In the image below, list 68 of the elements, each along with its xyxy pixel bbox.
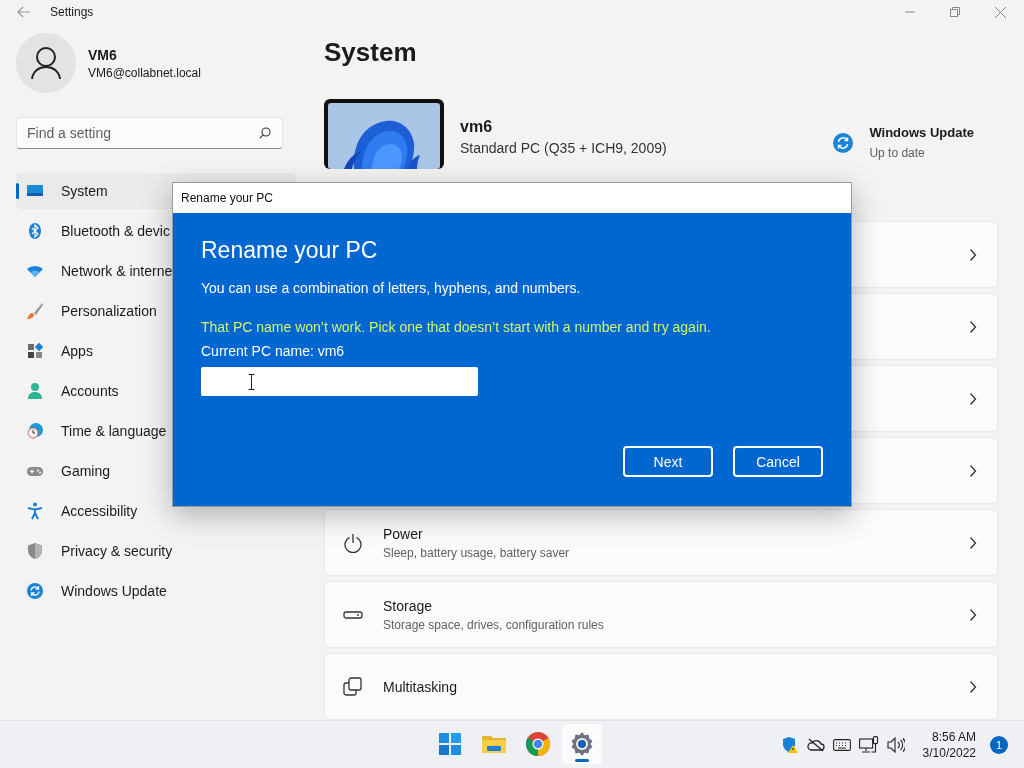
clock[interactable]: 8:56 AM 3/10/2022: [922, 728, 976, 761]
chevron-right-icon: [969, 247, 977, 262]
shield-warning-icon[interactable]: [780, 735, 799, 754]
sidebar-item[interactable]: Gaming: [16, 453, 296, 489]
sidebar-item[interactable]: Privacy & security: [16, 533, 296, 569]
update-title[interactable]: Windows Update: [869, 125, 974, 140]
browser-icon: [525, 731, 551, 757]
error-message: That PC name won’t work. Pick one that doesn’t start with a number and try again.: [201, 319, 712, 335]
text-cursor-icon: [248, 374, 255, 390]
notification-badge[interactable]: 1: [990, 735, 1008, 754]
window-title: Settings: [50, 5, 94, 19]
dialog-title: Rename your PC: [173, 183, 851, 213]
restore-icon[interactable]: [950, 7, 960, 17]
device-model: Standard PC (Q35 + ICH9, 2009): [460, 140, 667, 156]
apps-icon: [26, 342, 44, 360]
cloud-off-icon[interactable]: [806, 737, 825, 752]
user-name: VM6: [88, 46, 118, 63]
volume-icon[interactable]: [886, 736, 905, 753]
sync-icon: [833, 132, 854, 153]
active-indicator: [575, 759, 589, 762]
user-email: VM6@collabnet.local: [88, 65, 201, 80]
search-icon: [259, 127, 271, 139]
card-title: Multitasking: [383, 678, 458, 695]
dialog-heading: Rename your PC: [201, 236, 379, 265]
dialog-description: You can use a combination of letters, hyphens, and numbers.: [201, 280, 582, 296]
search-field[interactable]: Find a setting: [16, 117, 283, 149]
page-title: System: [324, 36, 418, 68]
chevron-right-icon: [969, 535, 977, 550]
power-icon: [343, 532, 363, 553]
dialog-button[interactable]: Next: [623, 446, 713, 477]
sidebar-item[interactable]: Time & language: [16, 413, 296, 449]
chevron-right-icon: [969, 607, 977, 622]
card-title: Power: [383, 525, 424, 542]
dialog-button[interactable]: Cancel: [733, 446, 823, 477]
chevron-right-icon: [969, 463, 977, 478]
bluetooth-icon: [26, 222, 44, 240]
clock-globe-icon: [26, 422, 44, 440]
settings-card[interactable]: Power Sleep, battery usage, battery saver: [324, 509, 998, 576]
chevron-right-icon: [969, 391, 977, 406]
accessibility-icon: [26, 502, 44, 520]
taskbar-app-button[interactable]: [562, 724, 602, 764]
card-subtitle: Storage space, drives, configuration rules: [383, 617, 605, 632]
windows-stack-icon: [343, 676, 363, 697]
settings-card[interactable]: Multitasking: [324, 653, 998, 720]
keyboard-icon[interactable]: [832, 738, 851, 751]
chevron-right-icon: [969, 319, 977, 334]
current-name-label: Current PC name: vm6: [201, 343, 346, 359]
start-icon: [437, 731, 463, 757]
card-title: Storage: [383, 597, 434, 614]
card-subtitle: Sleep, battery usage, battery saver: [383, 545, 571, 560]
device-name: vm6: [460, 118, 494, 136]
sidebar-item[interactable]: Windows Update: [16, 573, 296, 609]
sidebar-item[interactable]: Accounts: [16, 373, 296, 409]
avatar-icon: [16, 33, 76, 93]
back-icon[interactable]: [17, 6, 31, 18]
network-icon[interactable]: [858, 735, 879, 754]
chevron-right-icon: [969, 679, 977, 694]
name-input-field[interactable]: [201, 367, 478, 396]
close-icon[interactable]: [995, 6, 1006, 18]
gear-icon: [569, 731, 595, 757]
selection-indicator: [16, 183, 19, 199]
shield-icon: [26, 542, 44, 560]
sync-icon: [26, 582, 44, 600]
update-status: Up to date: [869, 146, 926, 160]
settings-card[interactable]: Storage Storage space, drives, configuration rules: [324, 581, 998, 648]
person-icon: [26, 382, 44, 400]
sidebar-item[interactable]: Accessibility: [16, 493, 296, 529]
brush-icon: [26, 302, 44, 320]
